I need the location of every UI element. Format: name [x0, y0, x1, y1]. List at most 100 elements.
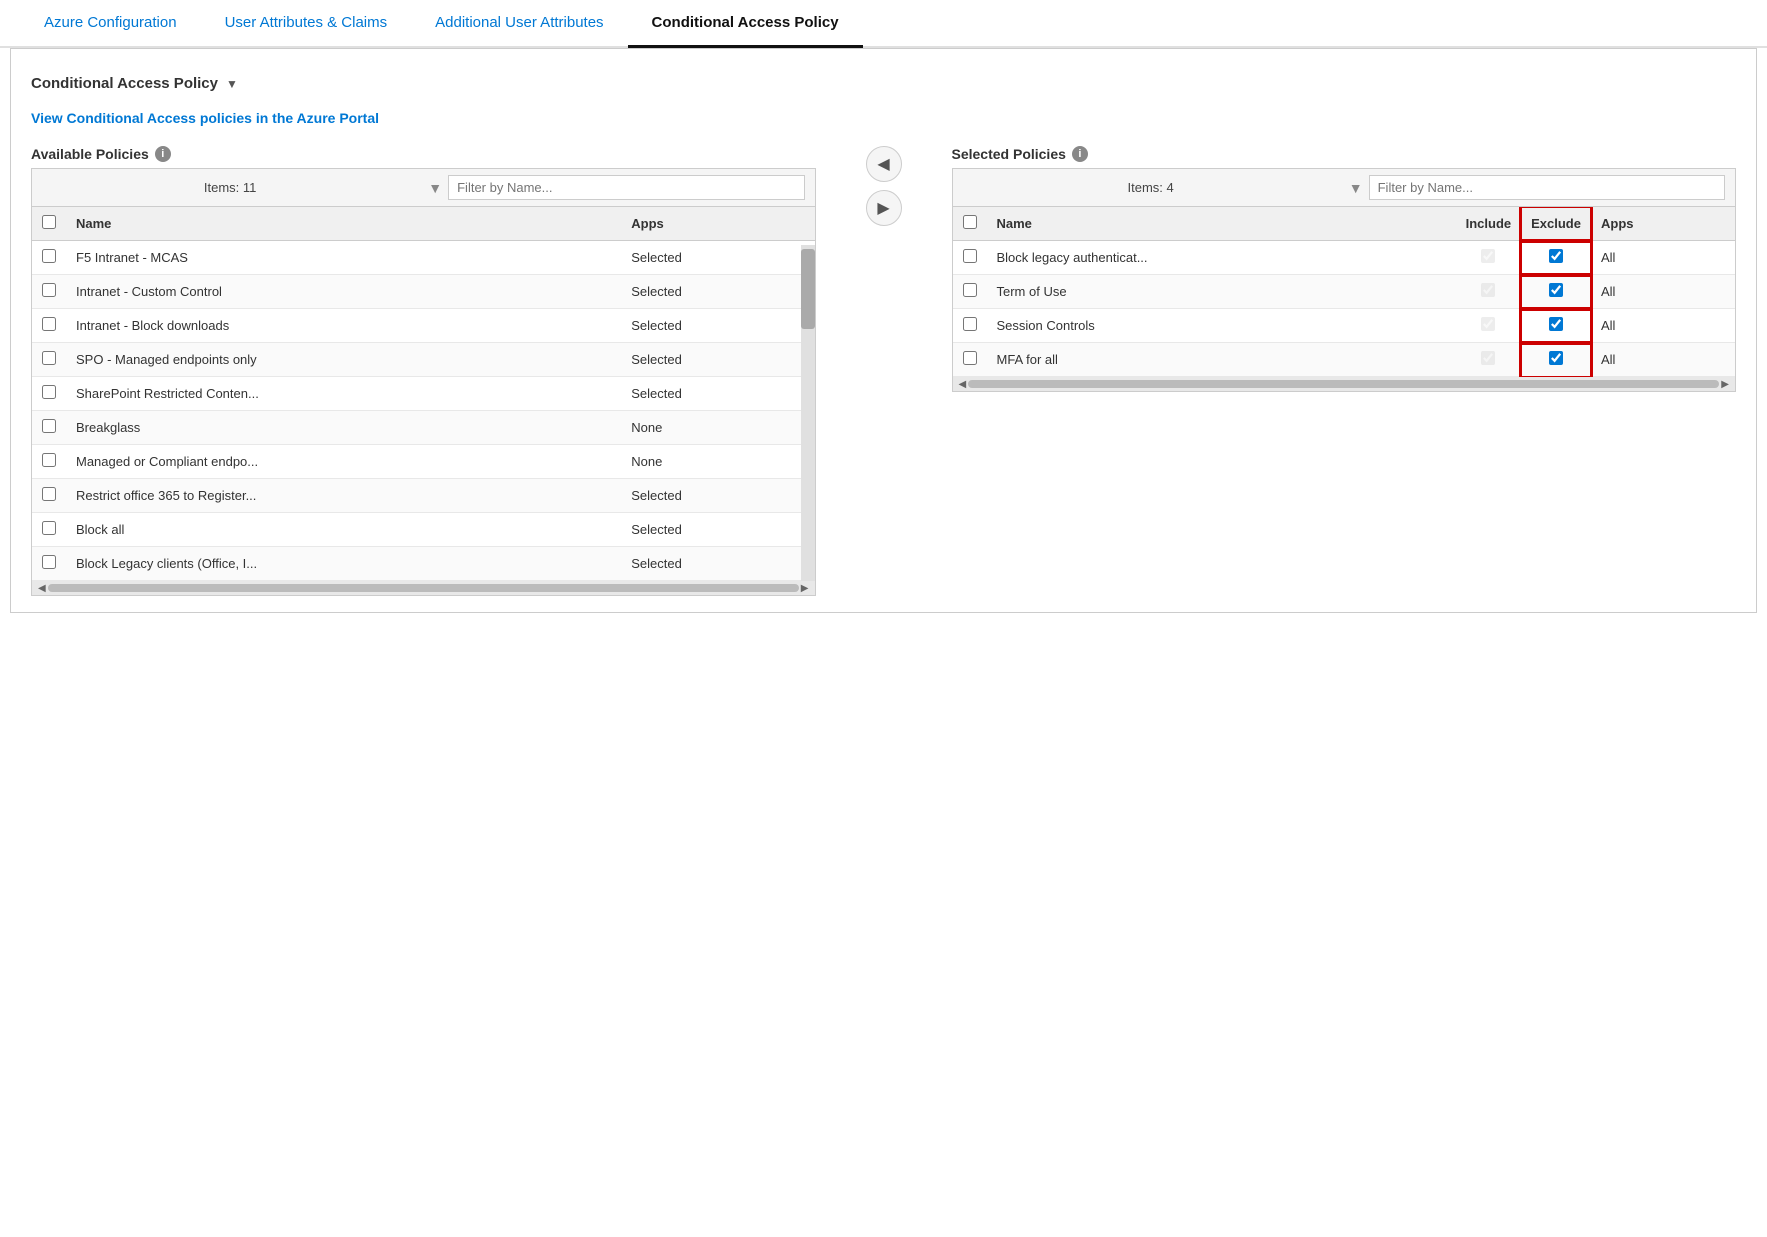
selected-row-name: Session Controls	[987, 309, 1456, 343]
available-policies-info-icon[interactable]: i	[155, 146, 171, 162]
selected-row-checkbox[interactable]	[963, 249, 977, 263]
section-title: Conditional Access Policy	[31, 75, 218, 92]
selected-row-exclude-checkbox[interactable]	[1549, 317, 1563, 331]
selected-table-row: Session Controls All	[953, 309, 1736, 343]
selected-row-exclude-cell	[1521, 309, 1591, 343]
selected-row-include-checkbox[interactable]	[1481, 351, 1495, 365]
selected-row-include-cell	[1456, 309, 1522, 343]
available-row-name: Breakglass	[66, 411, 621, 445]
selected-row-apps: All	[1591, 343, 1735, 377]
available-items-count: Items: 11	[42, 180, 418, 195]
tab-azure-config[interactable]: Azure Configuration	[20, 0, 201, 48]
selected-table-body: Block legacy authenticat... All Term of …	[953, 241, 1736, 377]
available-row-apps: None	[621, 445, 814, 479]
section-header: Conditional Access Policy ▼	[31, 65, 1736, 98]
available-row-checkbox[interactable]	[42, 283, 56, 297]
selected-row-exclude-cell	[1521, 343, 1591, 377]
available-row-apps: Selected	[621, 241, 814, 275]
selected-policies-panel: Items: 4 ▼ Name Include Exclude	[952, 168, 1737, 392]
available-policies-table: Name Apps F5 Intranet - MCAS Selected In…	[32, 207, 815, 581]
available-table-container: Name Apps F5 Intranet - MCAS Selected In…	[32, 207, 815, 581]
selected-row-checkbox[interactable]	[963, 351, 977, 365]
available-policies-panel: Items: 11 ▼ Name Apps	[31, 168, 816, 596]
available-table-row: Intranet - Custom Control Selected	[32, 275, 815, 309]
available-col-apps: Apps	[621, 207, 814, 241]
selected-policies-info-icon[interactable]: i	[1072, 146, 1088, 162]
available-filter-icon: ▼	[428, 180, 442, 196]
available-row-apps: Selected	[621, 479, 814, 513]
selected-row-include-checkbox[interactable]	[1481, 317, 1495, 331]
available-row-checkbox[interactable]	[42, 521, 56, 535]
selected-col-include: Include	[1456, 207, 1522, 241]
available-row-checkbox[interactable]	[42, 487, 56, 501]
selected-row-include-cell	[1456, 275, 1522, 309]
transfer-right-button[interactable]: ▶	[866, 190, 902, 226]
selected-row-exclude-checkbox[interactable]	[1549, 249, 1563, 263]
top-tabs-bar: Azure Configuration User Attributes & Cl…	[0, 0, 1767, 48]
selected-scroll-thumb-h	[968, 380, 1719, 388]
available-select-all-checkbox[interactable]	[42, 215, 56, 229]
available-row-name: Managed or Compliant endpo...	[66, 445, 621, 479]
available-horizontal-scrollbar[interactable]: ◀ ▶	[32, 581, 815, 595]
selected-table-row: MFA for all All	[953, 343, 1736, 377]
selected-policies-toolbar: Items: 4 ▼	[953, 169, 1736, 207]
selected-select-all-checkbox[interactable]	[963, 215, 977, 229]
selected-row-include-checkbox[interactable]	[1481, 249, 1495, 263]
selected-row-name: Block legacy authenticat...	[987, 241, 1456, 275]
available-row-checkbox[interactable]	[42, 317, 56, 331]
selected-scroll-right-arrow[interactable]: ▶	[1719, 379, 1731, 390]
selected-items-count: Items: 4	[963, 180, 1339, 195]
selected-row-apps: All	[1591, 275, 1735, 309]
selected-policies-section: Selected Policies i Items: 4 ▼	[952, 146, 1737, 392]
available-row-checkbox[interactable]	[42, 453, 56, 467]
available-table-row: Block all Selected	[32, 513, 815, 547]
available-scroll-thumb	[801, 249, 815, 329]
available-row-checkbox[interactable]	[42, 249, 56, 263]
selected-col-exclude: Exclude	[1521, 207, 1591, 241]
azure-portal-link[interactable]: View Conditional Access policies in the …	[31, 110, 1736, 126]
tab-conditional-access[interactable]: Conditional Access Policy	[628, 0, 863, 48]
selected-scroll-left-arrow[interactable]: ◀	[957, 379, 969, 390]
selected-filter-icon: ▼	[1349, 180, 1363, 196]
available-row-apps: Selected	[621, 513, 814, 547]
available-row-checkbox[interactable]	[42, 385, 56, 399]
available-scroll-right-arrow[interactable]: ▶	[799, 583, 811, 594]
selected-row-exclude-checkbox[interactable]	[1549, 283, 1563, 297]
available-row-apps: Selected	[621, 377, 814, 411]
available-row-name: Restrict office 365 to Register...	[66, 479, 621, 513]
selected-horizontal-scrollbar[interactable]: ◀ ▶	[953, 377, 1736, 391]
section-dropdown-icon[interactable]: ▼	[226, 77, 238, 91]
selected-row-include-checkbox[interactable]	[1481, 283, 1495, 297]
transfer-left-button[interactable]: ◀	[866, 146, 902, 182]
available-table-row: Breakglass None	[32, 411, 815, 445]
available-row-checkbox[interactable]	[42, 419, 56, 433]
available-row-apps: None	[621, 411, 814, 445]
page-content: Conditional Access Policy ▼ View Conditi…	[10, 48, 1757, 613]
selected-filter-input[interactable]	[1369, 175, 1725, 200]
selected-row-exclude-checkbox[interactable]	[1549, 351, 1563, 365]
selected-row-checkbox[interactable]	[963, 317, 977, 331]
available-row-checkbox[interactable]	[42, 351, 56, 365]
available-filter-input[interactable]	[448, 175, 804, 200]
selected-table-container: Name Include Exclude Apps Block legacy a…	[953, 207, 1736, 377]
selected-row-exclude-cell	[1521, 275, 1591, 309]
available-vertical-scroll[interactable]	[801, 245, 815, 581]
tab-user-attributes[interactable]: User Attributes & Claims	[201, 0, 412, 48]
available-row-name: Intranet - Custom Control	[66, 275, 621, 309]
available-policies-toolbar: Items: 11 ▼	[32, 169, 815, 207]
available-scroll-left-arrow[interactable]: ◀	[36, 583, 48, 594]
available-row-checkbox[interactable]	[42, 555, 56, 569]
available-scroll-thumb-h	[48, 584, 799, 592]
selected-col-name: Name	[987, 207, 1456, 241]
available-table-wrapper[interactable]: Name Apps F5 Intranet - MCAS Selected In…	[32, 207, 815, 581]
selected-row-checkbox[interactable]	[963, 283, 977, 297]
selected-policies-label: Selected Policies i	[952, 146, 1737, 162]
available-table-row: Block Legacy clients (Office, I... Selec…	[32, 547, 815, 581]
available-row-apps: Selected	[621, 309, 814, 343]
selected-row-include-cell	[1456, 241, 1522, 275]
tab-additional-attributes[interactable]: Additional User Attributes	[411, 0, 627, 48]
selected-row-name: MFA for all	[987, 343, 1456, 377]
available-row-apps: Selected	[621, 547, 814, 581]
available-row-name: SPO - Managed endpoints only	[66, 343, 621, 377]
available-row-name: Block Legacy clients (Office, I...	[66, 547, 621, 581]
